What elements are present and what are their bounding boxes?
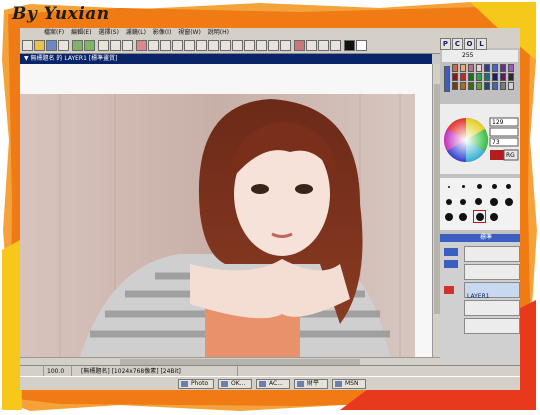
horizontal-scrollbar[interactable] [20,357,440,365]
layer-row-active[interactable]: LAYER1 [464,282,520,300]
painting-illustration [20,64,432,357]
taskbar-item-photo[interactable]: Photo [178,379,214,389]
redo-icon[interactable] [84,40,95,51]
color-picker-panel[interactable]: 129 73 RG [440,104,520,174]
fill-tool-icon[interactable] [244,40,255,51]
color-wheel-icon[interactable] [440,104,520,174]
curve-tool-icon[interactable] [232,40,243,51]
menu-item-image[interactable]: 影像(I) [153,29,171,36]
color-mode-label: RG [506,152,515,159]
rectangle-tool-icon[interactable] [160,40,171,51]
taskbar-item-finance[interactable]: 財平 [294,379,328,389]
vertical-scrollbar[interactable] [432,64,440,357]
menu-item-window[interactable]: 視窗(W) [178,29,201,36]
menu-item-edit[interactable]: 編輯(E) [71,29,91,36]
color-value-field[interactable]: 255 [442,50,518,62]
cut-icon[interactable] [98,40,109,51]
menu-item-help[interactable]: 說明(H) [208,29,229,36]
brush-tool-icon[interactable] [136,40,147,51]
lasso-tool-icon[interactable] [172,40,183,51]
document-title-bar: ▼ 無標題名 的 LAYER1 [標準畫質] [20,54,432,64]
line-tool-icon[interactable] [196,40,207,51]
gradient-tool-icon[interactable] [256,40,267,51]
drawing-canvas[interactable] [20,64,432,357]
delete-layer-icon[interactable] [444,286,454,294]
layer-mode-label: 標準 [480,234,493,241]
taskbar-item-ac[interactable]: AC... [256,379,290,389]
open-folder-icon[interactable] [34,40,45,51]
undo-icon[interactable] [72,40,83,51]
ellipse-tool-icon[interactable] [184,40,195,51]
move-tool-icon[interactable] [268,40,279,51]
right-dock-panel: PCOL 255 129 73 RG 標準 LAYER1 [440,38,520,365]
menu-item-select[interactable]: 選擇(S) [98,29,119,36]
text-tool-icon[interactable] [280,40,291,51]
taskbar-item-msn[interactable]: MSN [332,379,366,389]
foreground-color-swatch[interactable] [344,40,355,51]
eyedropper-tool-icon[interactable] [294,40,305,51]
menu-item-file[interactable]: 檔案(F) [44,29,64,36]
windows-taskbar: Photo OK... AC... 財平 MSN [20,376,520,390]
zoom-tool-icon[interactable] [318,40,329,51]
layers-panel: 標準 LAYER1 [440,234,520,365]
new-layer-icon[interactable] [444,248,458,256]
active-layer-label: LAYER1 [467,293,490,300]
brush-size-panel[interactable] [440,178,520,230]
layer-row[interactable] [464,246,520,262]
transform-tool-icon[interactable] [208,40,219,51]
layer-row[interactable] [464,264,520,280]
tab-palette-c[interactable]: C [452,38,463,50]
hand-tool-icon[interactable] [306,40,317,51]
pen-tool-icon[interactable] [220,40,231,51]
signature-text: By Yuxian [12,4,110,24]
layer-row[interactable] [464,300,520,316]
palette-tabs: PCOL [440,38,520,50]
layer-row[interactable] [464,318,520,334]
rotate-tool-icon[interactable] [330,40,341,51]
background-color-swatch[interactable] [356,40,367,51]
color-value-c: 73 [492,139,500,146]
layer-option-icon[interactable] [444,260,458,268]
status-bar: 100.0 [無標題名] [1024x768像素] [24Bit] [20,365,520,377]
tab-palette-p[interactable]: P [440,38,451,50]
color-value-b: 129 [492,119,504,126]
save-icon[interactable] [46,40,57,51]
menu-bar: 檔案(F) 編輯(E) 選擇(S) 濾鏡(L) 影像(I) 視窗(W) 說明(H… [20,28,520,38]
taskbar-item-ok[interactable]: OK... [218,379,252,389]
paste-icon[interactable] [122,40,133,51]
tab-palette-l[interactable]: L [476,38,487,50]
print-icon[interactable] [58,40,69,51]
painter-app-window: 檔案(F) 編輯(E) 選擇(S) 濾鏡(L) 影像(I) 視窗(W) 說明(H… [20,28,520,390]
color-swatch-grid[interactable] [442,64,518,100]
menu-item-filter[interactable]: 濾鏡(L) [126,29,146,36]
eraser-tool-icon[interactable] [148,40,159,51]
new-file-icon[interactable] [22,40,33,51]
tab-palette-o[interactable]: O [464,38,475,50]
copy-icon[interactable] [110,40,121,51]
